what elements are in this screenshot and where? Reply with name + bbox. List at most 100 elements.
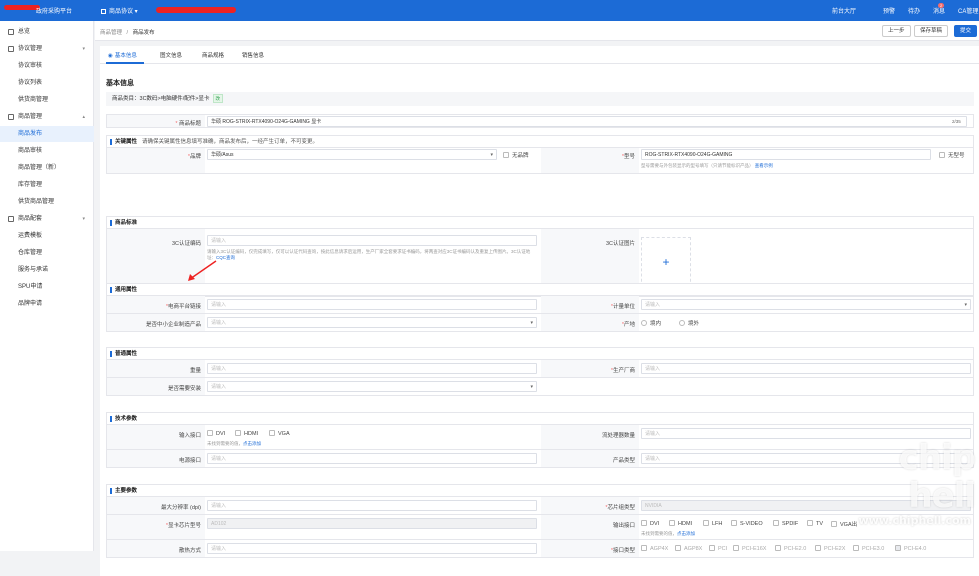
key-attrs-header: 关键属性请确保关键属性信息填写准确，商品发布后，一经产生订单，不可变更。: [106, 135, 974, 148]
watermark-url: www.chiphell.com: [858, 514, 971, 527]
weight-input[interactable]: 请输入: [207, 363, 537, 374]
grid-icon: [101, 9, 106, 14]
out-hdmi-checkbox[interactable]: HDMI: [669, 520, 692, 527]
sidebar-item-10[interactable]: 供货商品管理: [0, 194, 94, 210]
sidebar-item-label: 协议管理: [18, 41, 42, 57]
model-input[interactable]: ROG-STRIX-RTX4090-O24G-GAMING: [641, 149, 931, 160]
sidebar-item-label: 供货商管理: [18, 92, 48, 108]
resolution-input[interactable]: 请输入: [207, 500, 537, 511]
out-lfh-checkbox[interactable]: LFH: [703, 520, 722, 527]
input-hdmi-checkbox[interactable]: HDMI: [235, 430, 258, 437]
input-add-link[interactable]: 点击添加: [243, 441, 261, 446]
out-tv-checkbox[interactable]: TV: [807, 520, 823, 527]
redacted-mark: [4, 5, 40, 10]
sidebar-item-13[interactable]: 仓库管理: [0, 245, 94, 261]
no-brand-checkbox[interactable]: 无品牌: [503, 151, 529, 159]
module-switcher[interactable]: 商品协议 ▾: [101, 6, 138, 15]
sidebar-item-6[interactable]: 商品发布: [0, 126, 94, 142]
out-dvi-checkbox[interactable]: DVI: [641, 520, 659, 527]
save-draft-button[interactable]: 保存草稿: [914, 25, 948, 37]
sidebar-item-label: SPU申请: [18, 279, 42, 295]
sidebar-item-0[interactable]: 总览: [0, 24, 94, 40]
input-dvi-checkbox[interactable]: DVI: [207, 430, 225, 437]
out-svideo-checkbox[interactable]: S-VIDEO: [731, 520, 763, 527]
install-row: 是否需要安装 请输入▾: [106, 378, 974, 396]
install-select[interactable]: 请输入▾: [207, 381, 537, 392]
brand-select[interactable]: 华硕/Asus▾: [207, 149, 497, 160]
brand-model-row: *品牌 华硕/Asus▾ 无品牌 *型号 ROG-STRIX-RTX4090-O…: [106, 148, 974, 174]
unit-label: *计量单位: [541, 302, 635, 310]
tab-bar: ◉基本信息 图文信息 商品规格 销售信息: [100, 46, 979, 64]
sidebar-item-3[interactable]: 协议列表: [0, 75, 94, 91]
model-hint: 型号需要与外包装显示的型号填写（只请节能标识产品） 查看示例: [641, 163, 773, 169]
product-title-input[interactable]: 华硕 ROG-STRIX-RTX4090-O24G-GAMING 显卡: [207, 116, 967, 127]
sidebar-item-8[interactable]: 商品管理（新）: [0, 160, 94, 176]
top-bar: 政府采购平台 商品协议 ▾ 前台大厅 预警 待办 消息 2 CA管理: [0, 0, 979, 21]
chevron-icon: ▾: [82, 211, 85, 227]
sidebar-item-2[interactable]: 协议审核: [0, 58, 94, 74]
submit-button[interactable]: 提交: [954, 25, 977, 37]
chevron-icon: ▾: [82, 41, 85, 57]
tab-basic-info[interactable]: ◉基本信息: [108, 51, 137, 59]
sidebar-item-4[interactable]: 供货商管理: [0, 92, 94, 108]
breadcrumb-sep: /: [127, 30, 129, 36]
maker-input[interactable]: 请输入: [641, 363, 971, 374]
sidebar-item-7[interactable]: 商品审核: [0, 143, 94, 159]
gpu-model-label: *显卡芯片型号: [107, 521, 201, 529]
sidebar-item-12[interactable]: 运费模板: [0, 228, 94, 244]
nav-front-hall[interactable]: 前台大厅: [832, 6, 856, 15]
no-model-checkbox[interactable]: 无型号: [939, 151, 965, 159]
origin-foreign-radio[interactable]: 境外: [679, 319, 699, 327]
sidebar-item-label: 品牌申请: [18, 296, 42, 312]
sidebar-item-14[interactable]: 服务与承诺: [0, 262, 94, 278]
pin-icon: ◉: [108, 53, 113, 59]
maker-label: *生产厂商: [541, 366, 635, 374]
chevron-down-icon: ▾: [964, 300, 967, 310]
sidebar-item-5[interactable]: 商品管理▴: [0, 109, 94, 125]
breadcrumb-current: 商品发布: [133, 30, 155, 36]
breadcrumb-parent[interactable]: 商品管理: [100, 30, 122, 36]
key-attrs-note: 请确保关键属性信息填写准确，商品发布后，一经产生订单，不可变更。: [142, 139, 318, 145]
cert-header: 商品标准: [106, 216, 974, 229]
tab-spec[interactable]: 商品规格: [202, 51, 224, 59]
chevron-icon: ▴: [82, 109, 85, 125]
sidebar-item-11[interactable]: 商品配套▾: [0, 211, 94, 227]
model-label: *型号: [541, 152, 635, 160]
watermark-logo: chip hell: [835, 439, 975, 515]
cqc-link[interactable]: CQC查询: [216, 255, 235, 260]
input-vga-checkbox[interactable]: VGA: [269, 430, 290, 437]
sidebar-item-9[interactable]: 库存管理: [0, 177, 94, 193]
nav-alert[interactable]: 预警: [883, 6, 895, 15]
power-input[interactable]: 请输入: [207, 453, 537, 464]
unit-select[interactable]: 请输入▾: [641, 299, 971, 310]
model-example-link[interactable]: 查看示例: [755, 163, 773, 168]
chipset-label: *芯片组类型: [541, 503, 635, 511]
cooling-input[interactable]: 请输入: [207, 543, 537, 554]
sme-select[interactable]: 请输入▾: [207, 317, 537, 328]
origin-domestic-radio[interactable]: 境内: [641, 319, 661, 327]
sidebar: 总览协议管理▾协议审核协议列表供货商管理商品管理▴商品发布商品审核商品管理（新）…: [0, 21, 94, 551]
sidebar-item-16[interactable]: 品牌申请: [0, 296, 94, 312]
watermark: chip hell www.chiphell.com: [835, 439, 975, 549]
tab-sales[interactable]: 销售信息: [242, 51, 264, 59]
prev-step-button[interactable]: 上一步: [882, 25, 911, 37]
sidebar-item-label: 商品审核: [18, 143, 42, 159]
nav-ca[interactable]: CA管理: [958, 6, 978, 15]
tab-basic-label: 基本信息: [115, 53, 137, 59]
sidebar-item-label: 商品发布: [18, 126, 42, 142]
output-add-link[interactable]: 点击添加: [677, 531, 695, 536]
sidebar-item-15[interactable]: SPU申请: [0, 279, 94, 295]
category-edit-tag[interactable]: 改: [213, 94, 224, 103]
sidebar-item-1[interactable]: 协议管理 ▾: [0, 41, 94, 57]
input-hint: 未找到需要的值，点击添加: [207, 441, 261, 447]
cert-code-input[interactable]: 请输入: [207, 235, 537, 246]
sidebar-item-label: 仓库管理: [18, 245, 42, 261]
gpu-model-input[interactable]: AD102: [207, 518, 537, 529]
breadcrumb: 商品管理 / 商品发布: [100, 28, 155, 36]
nav-todo[interactable]: 待办: [908, 6, 920, 15]
cert-image-label: 3C认证图片: [541, 239, 635, 247]
ecommerce-link-input[interactable]: 请输入: [207, 299, 537, 310]
cert-image-upload[interactable]: +: [641, 237, 691, 287]
out-spdif-checkbox[interactable]: SPDIF: [773, 520, 798, 527]
tab-image-info[interactable]: 图文信息: [160, 51, 182, 59]
